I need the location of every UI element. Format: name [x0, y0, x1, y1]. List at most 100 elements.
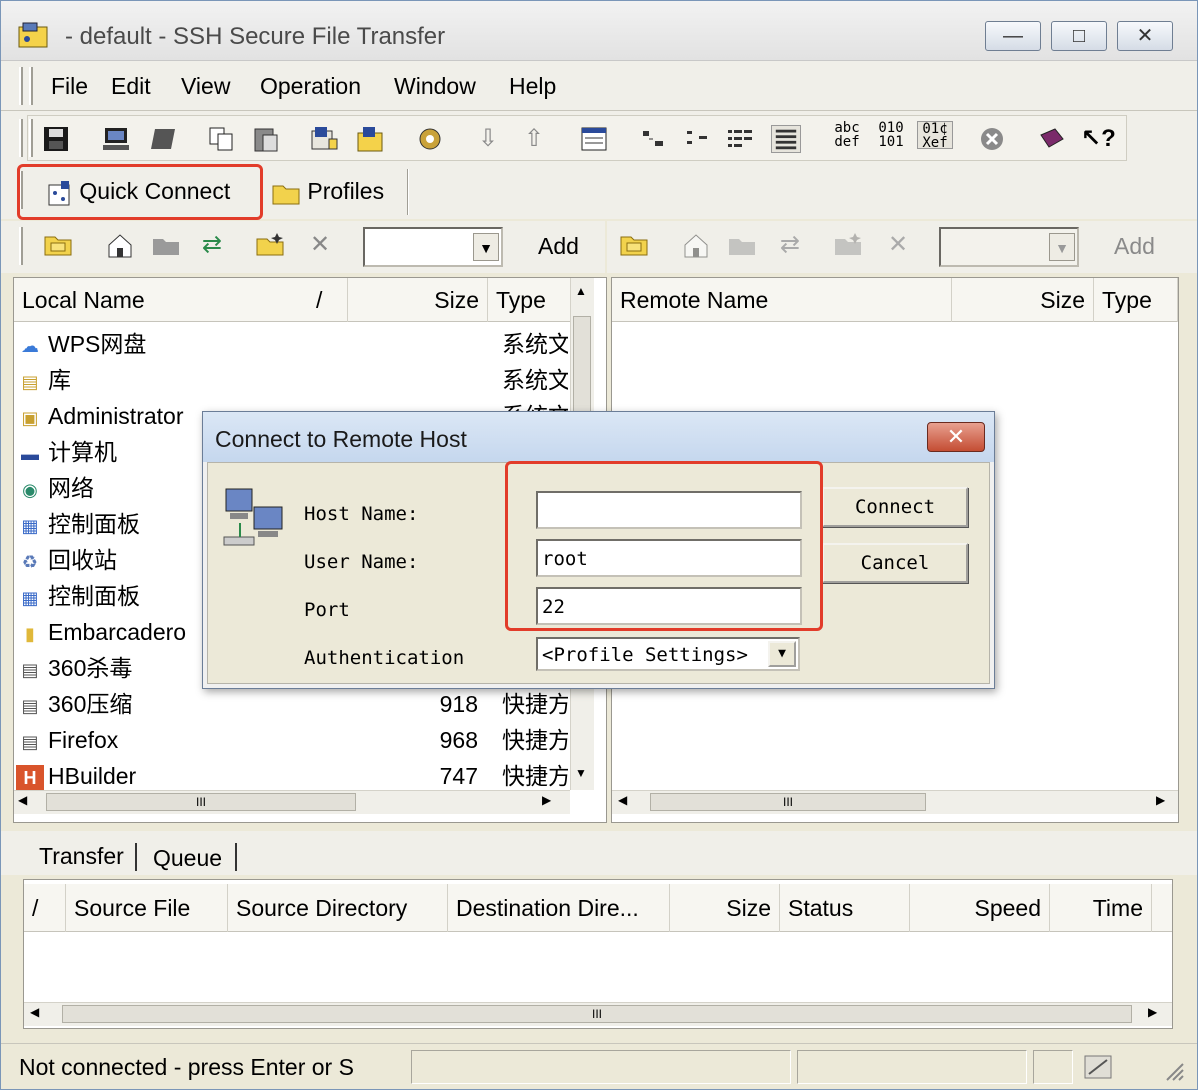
- transfer-col-source-file[interactable]: Source File: [66, 884, 228, 932]
- remote-add-button[interactable]: Add: [1114, 233, 1155, 260]
- tab-queue[interactable]: Queue: [153, 845, 222, 872]
- binary-mode-icon[interactable]: 010 101: [873, 121, 909, 149]
- title-bar[interactable]: - default - SSH Secure File Transfer — □…: [1, 1, 1197, 61]
- large-icons-icon[interactable]: [639, 125, 669, 153]
- local-parent-folder-icon[interactable]: [43, 231, 73, 259]
- scroll-up-icon[interactable]: ▲: [575, 284, 587, 298]
- chevron-down-icon[interactable]: ▼: [1049, 233, 1075, 261]
- connect-button[interactable]: Connect: [822, 487, 968, 527]
- window-layout-icon[interactable]: [579, 125, 609, 153]
- upload-icon[interactable]: ⇧: [519, 125, 549, 153]
- chevron-down-icon[interactable]: ▼: [473, 233, 499, 261]
- profiles-button[interactable]: Profiles: [271, 167, 384, 215]
- local-size-column[interactable]: Size: [348, 278, 488, 322]
- new-file-transfer-icon[interactable]: [149, 125, 179, 153]
- local-path-combo[interactable]: ▼: [363, 227, 503, 267]
- save-icon[interactable]: [41, 125, 71, 153]
- remote-type-column[interactable]: Type: [1094, 278, 1178, 322]
- menu-help[interactable]: Help: [509, 73, 556, 100]
- toolbar-grip[interactable]: [19, 119, 23, 157]
- local-delete-icon[interactable]: ✕: [305, 231, 335, 259]
- menu-view[interactable]: View: [181, 73, 230, 100]
- transfer-col-speed[interactable]: Speed: [910, 884, 1050, 932]
- remote-new-folder-icon[interactable]: [833, 231, 863, 259]
- remote-horizontal-scrollbar[interactable]: ◀ III ▶: [612, 790, 1178, 814]
- menu-file[interactable]: File: [51, 73, 88, 100]
- local-new-folder-icon[interactable]: [255, 231, 285, 259]
- maximize-button[interactable]: □: [1051, 21, 1107, 51]
- disconnect-icon[interactable]: [355, 125, 385, 153]
- remote-home-icon[interactable]: [681, 231, 711, 259]
- transfer-horizontal-scrollbar[interactable]: ◀ III ▶: [24, 1002, 1172, 1026]
- menu-operation[interactable]: Operation: [260, 73, 361, 100]
- remote-hscroll-thumb[interactable]: III: [650, 793, 926, 811]
- resize-grip-icon[interactable]: [1161, 1058, 1185, 1082]
- remote-size-column[interactable]: Size: [952, 278, 1094, 322]
- chevron-down-icon[interactable]: ▼: [768, 641, 796, 667]
- scroll-down-icon[interactable]: ▼: [575, 766, 587, 780]
- authentication-select[interactable]: <Profile Settings> ▼: [536, 637, 800, 671]
- transfer-header: / Source File Source Directory Destinati…: [24, 884, 1172, 932]
- local-file-row[interactable]: ▤ 库系统文: [14, 362, 570, 398]
- copy-icon[interactable]: [207, 125, 237, 153]
- computer-icon: ▬: [21, 443, 39, 464]
- local-file-row[interactable]: H HBuilder 747 快捷方: [14, 758, 570, 794]
- transfer-col-size[interactable]: Size: [670, 884, 780, 932]
- help-book-icon[interactable]: [1037, 125, 1067, 153]
- scroll-left-icon[interactable]: ◀: [18, 793, 27, 807]
- ascii-mode-icon[interactable]: abc def: [829, 121, 865, 149]
- local-name-column[interactable]: Local Name /: [14, 278, 348, 322]
- paste-icon[interactable]: [251, 125, 281, 153]
- transfer-col-status[interactable]: Status: [780, 884, 910, 932]
- list-icon[interactable]: [725, 125, 755, 153]
- context-help-icon[interactable]: ↖?: [1081, 125, 1116, 153]
- download-icon[interactable]: ⇩: [473, 125, 503, 153]
- scroll-left-icon[interactable]: ◀: [618, 793, 627, 807]
- connect-icon[interactable]: [309, 125, 339, 153]
- remote-path-combo[interactable]: ▼: [939, 227, 1079, 267]
- details-icon[interactable]: [771, 125, 801, 153]
- auto-mode-icon[interactable]: 01¢ Xef: [917, 121, 953, 150]
- remote-name-column[interactable]: Remote Name: [612, 278, 952, 322]
- local-folder-icon[interactable]: [151, 231, 181, 259]
- transfer-col-indicator[interactable]: /: [24, 884, 66, 932]
- local-file-row[interactable]: ▤ Firefox 968 快捷方: [14, 722, 570, 758]
- local-file-row[interactable]: ☁ WPS网盘 系统文: [14, 326, 570, 362]
- remote-delete-icon[interactable]: ✕: [883, 231, 913, 259]
- scroll-left-icon[interactable]: ◀: [30, 1005, 39, 1019]
- remote-parent-folder-icon[interactable]: [619, 231, 649, 259]
- menu-window[interactable]: Window: [394, 73, 476, 100]
- local-refresh-icon[interactable]: ⇄: [197, 231, 227, 259]
- scroll-right-icon[interactable]: ▶: [542, 793, 551, 807]
- transfer-col-time[interactable]: Time: [1050, 884, 1152, 932]
- local-home-icon[interactable]: [105, 231, 135, 259]
- cancel-button[interactable]: Cancel: [822, 543, 968, 583]
- local-horizontal-scrollbar[interactable]: ◀ III ▶: [14, 790, 570, 814]
- menu-edit[interactable]: Edit: [111, 73, 151, 100]
- local-file-name: HBuilder: [48, 763, 137, 789]
- local-file-name-cell: ▤ 库: [16, 362, 71, 398]
- tab-transfer[interactable]: Transfer: [39, 843, 124, 870]
- close-button[interactable]: ✕: [1117, 21, 1173, 51]
- local-hscroll-thumb[interactable]: III: [46, 793, 356, 811]
- dialog-close-button[interactable]: ✕: [927, 422, 985, 452]
- minimize-button[interactable]: —: [985, 21, 1041, 51]
- transfer-hscroll-thumb[interactable]: III: [62, 1005, 1132, 1023]
- transfer-col-source-directory[interactable]: Source Directory: [228, 884, 448, 932]
- authentication-label: Authentication: [304, 647, 465, 669]
- remote-refresh-icon[interactable]: ⇄: [775, 231, 805, 259]
- small-icons-icon[interactable]: [683, 125, 713, 153]
- stop-icon[interactable]: [977, 125, 1007, 153]
- remote-folder-icon[interactable]: [727, 231, 757, 259]
- transfer-col-destination-directory[interactable]: Destination Dire...: [448, 884, 670, 932]
- new-terminal-icon[interactable]: [101, 125, 131, 153]
- status-panel-1: [411, 1050, 791, 1084]
- scroll-right-icon[interactable]: ▶: [1148, 1005, 1157, 1019]
- local-add-button[interactable]: Add: [538, 233, 579, 260]
- settings-icon[interactable]: [415, 125, 445, 153]
- dialog-title-bar[interactable]: Connect to Remote Host ✕: [203, 412, 994, 462]
- local-file-row[interactable]: ▤ 360压缩 918 快捷方: [14, 686, 570, 722]
- highlight-quick-connect: [17, 164, 263, 220]
- scroll-right-icon[interactable]: ▶: [1156, 793, 1165, 807]
- menu-grip[interactable]: [19, 67, 23, 105]
